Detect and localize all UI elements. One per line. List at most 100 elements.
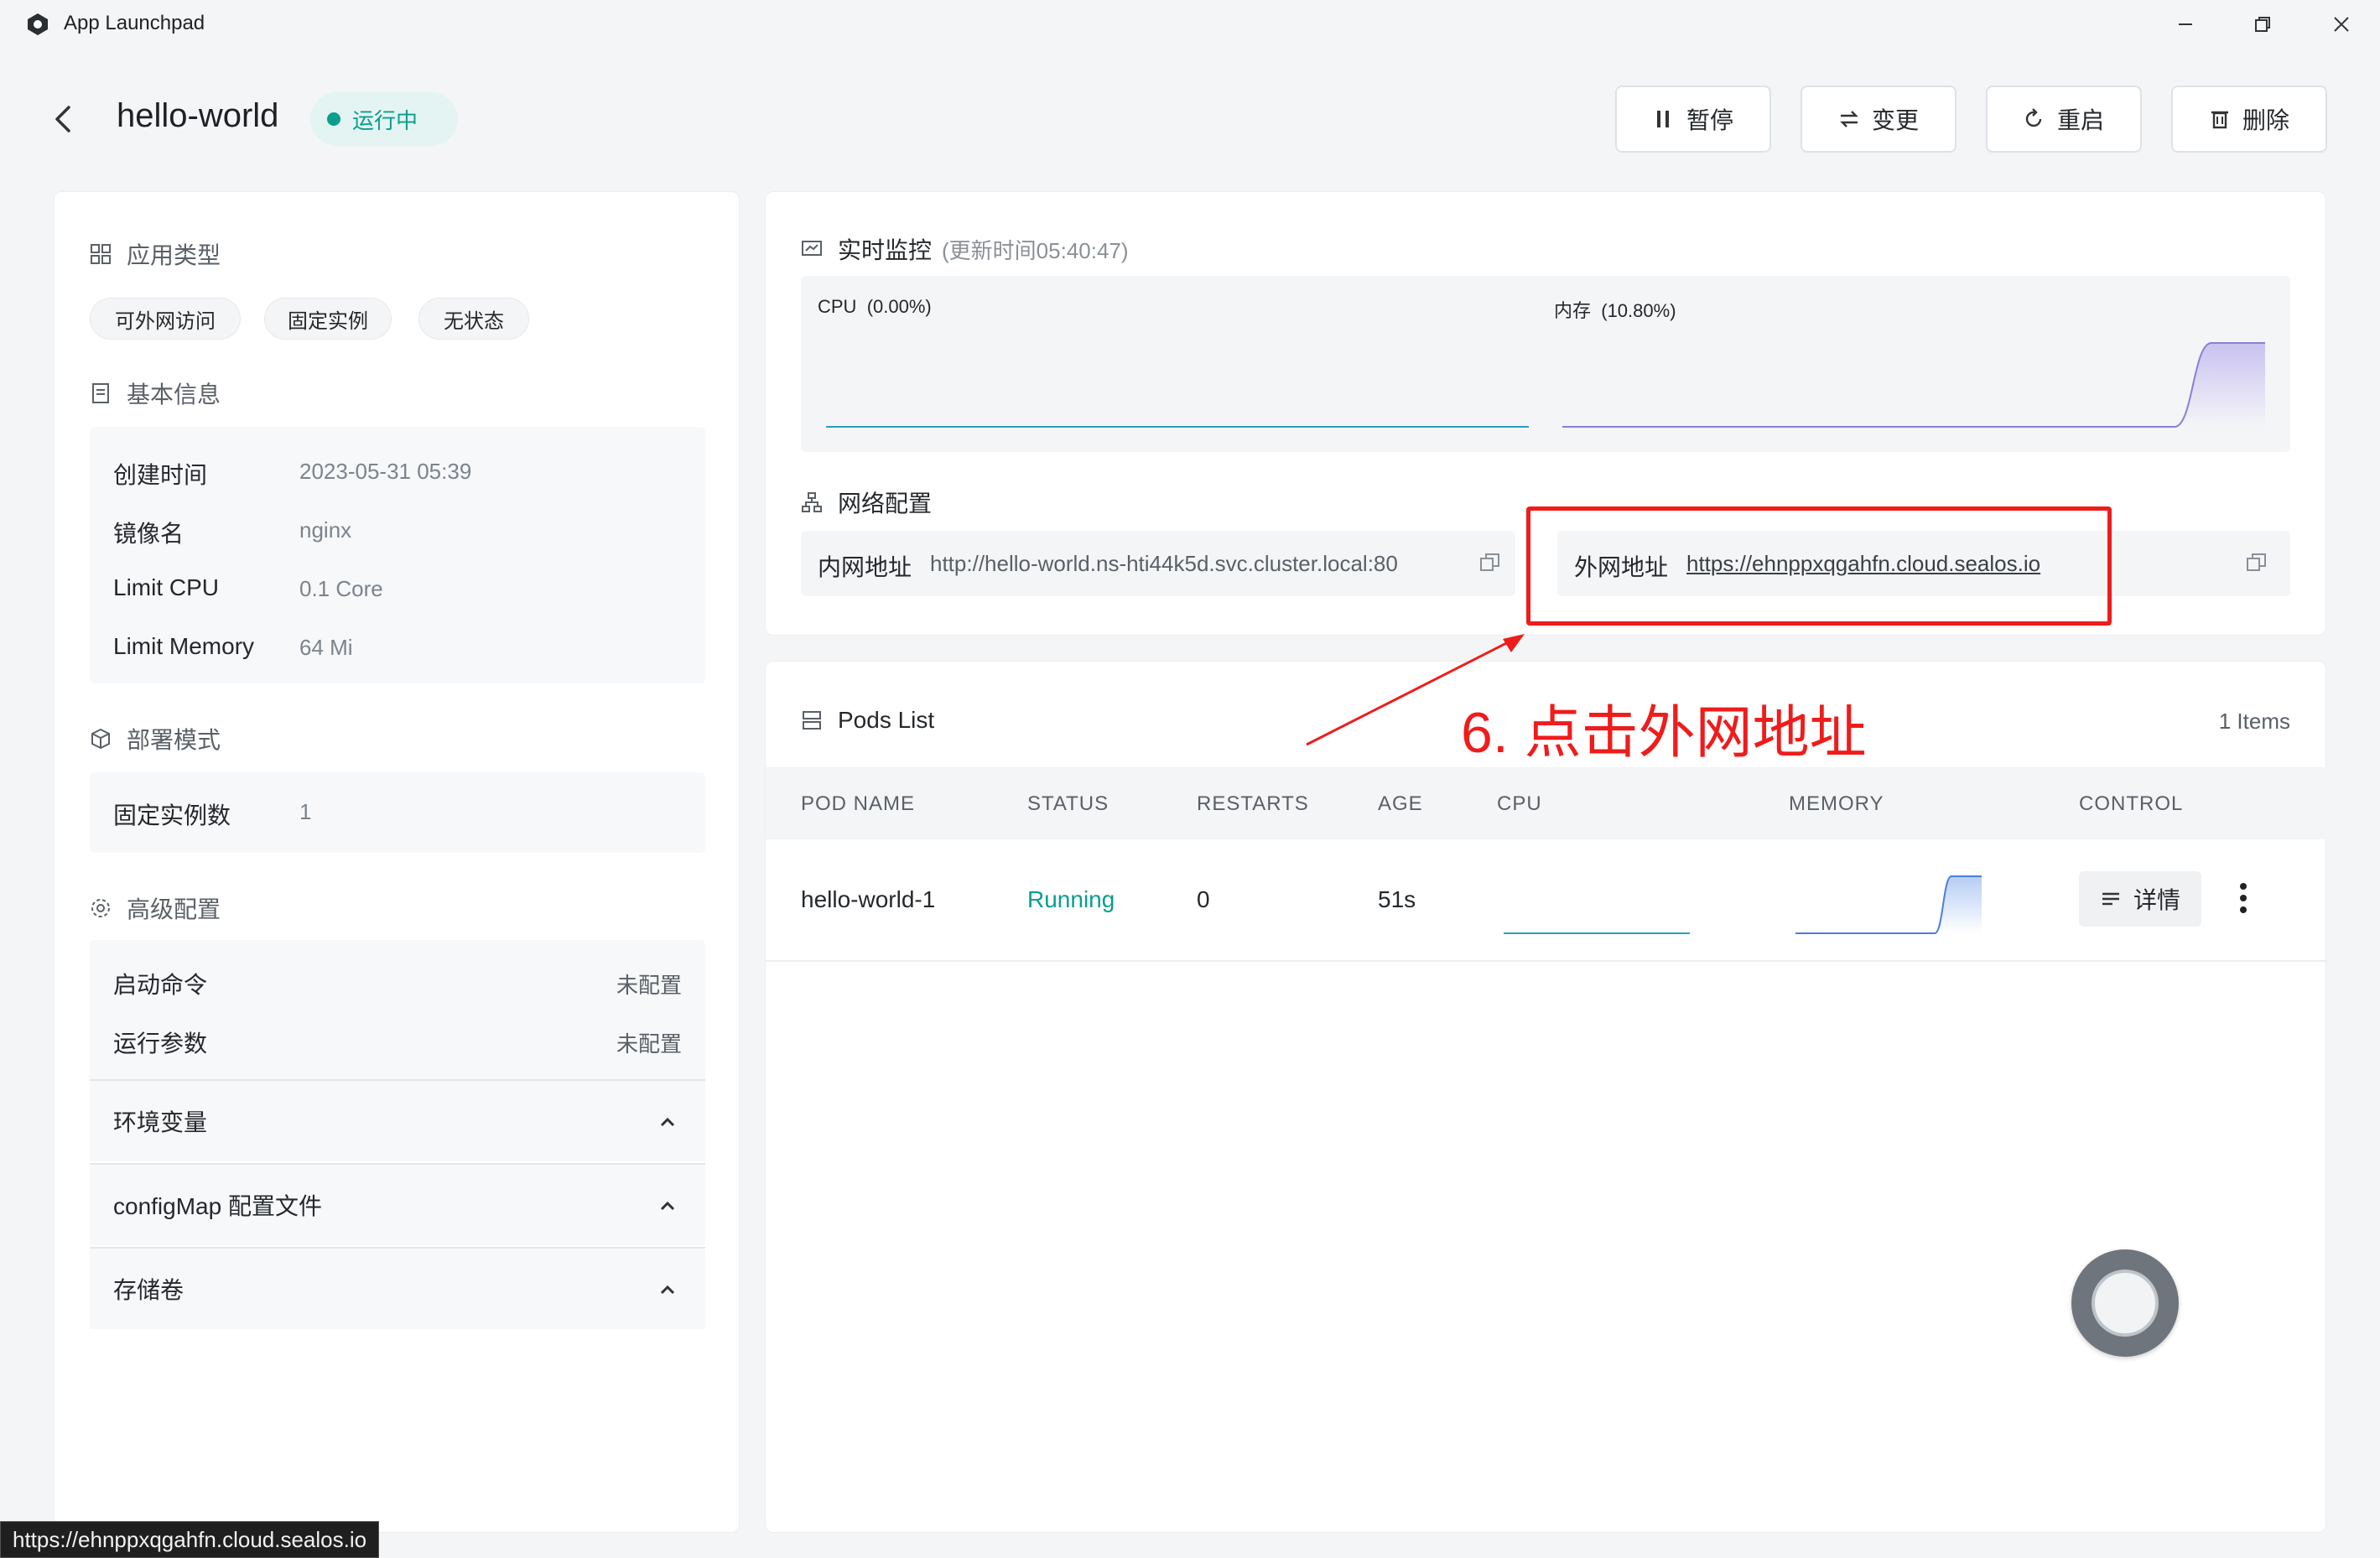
pods-table-header: POD NAME STATUS RESTARTS AGE CPU MEMORY … (766, 767, 2327, 839)
app-type-label: 应用类型 (127, 242, 221, 268)
delete-label: 删除 (2242, 107, 2289, 133)
pods-panel: Pods List 1 Items POD NAME STATUS RESTAR… (765, 661, 2327, 1533)
back-arrow-icon[interactable] (50, 104, 75, 134)
storage-collapsible[interactable]: 存储卷 (90, 1247, 705, 1329)
monitor-icon (802, 241, 822, 256)
status-text: 运行中 (352, 107, 418, 133)
mem-value: (10.80%) (1601, 300, 1676, 321)
pods-list-label: Pods List (838, 707, 935, 733)
run-args-label: 运行参数 (113, 1031, 208, 1057)
document-icon (92, 383, 109, 403)
annotation-highlight-box (1526, 506, 2112, 626)
created-time-label: 创建时间 (113, 462, 208, 488)
network-config-title: 网络配置 (801, 486, 932, 519)
restart-icon (2025, 108, 2042, 127)
pods-list-title: Pods List (801, 707, 934, 734)
pod-age: 51s (1378, 886, 1416, 912)
storage-label: 存储卷 (113, 1277, 184, 1303)
usage-charts: CPU (0.00%) 内存 (10.80%) (801, 276, 2290, 452)
chevron-up-icon (660, 1285, 675, 1295)
copy-icon[interactable] (2245, 551, 2268, 574)
cube-icon (91, 728, 110, 750)
grid-icon (91, 244, 111, 264)
tag-public-access: 可外网访问 (90, 298, 241, 340)
limit-cpu-value: 0.1 Core (299, 576, 383, 601)
basic-info-title: 基本信息 (90, 377, 221, 410)
pod-restarts: 0 (1197, 886, 1210, 912)
configmap-collapsible[interactable]: configMap 配置文件 (90, 1163, 705, 1245)
copy-icon[interactable] (1478, 551, 1502, 574)
col-pod-name: POD NAME (801, 792, 916, 815)
minimize-button[interactable] (2147, 0, 2224, 49)
pod-detail-button[interactable]: 详情 (2079, 871, 2201, 927)
col-cpu: CPU (1497, 792, 1542, 815)
basic-info-label: 基本信息 (127, 382, 221, 408)
advanced-config-title: 高级配置 (90, 891, 221, 925)
annotation-text: 6. 点击外网地址 (1461, 701, 1867, 765)
monitor-label: 实时监控 (838, 237, 933, 263)
mem-chart-label: 内存 (10.80%) (1554, 296, 1676, 323)
close-icon (2334, 17, 2349, 32)
pod-memory-sparkline (1795, 875, 1982, 934)
restart-label: 重启 (2056, 107, 2104, 133)
pods-count: 1 Items (2218, 709, 2290, 734)
col-control: CONTROL (2079, 792, 2184, 815)
detail-label: 详情 (2133, 887, 2180, 913)
memory-sparkline (1562, 342, 2265, 428)
limit-cpu-label: Limit CPU (113, 574, 220, 600)
chevron-up-icon (660, 1117, 675, 1127)
limit-memory-value: 64 Mi (299, 635, 353, 660)
delete-button[interactable]: 删除 (2171, 86, 2327, 153)
mem-label: 内存 (1554, 300, 1592, 321)
app-info-panel: 应用类型 可外网访问 固定实例 无状态 基本信息 创建时间 2023-05-31… (54, 191, 740, 1533)
app-launchpad-icon (28, 13, 48, 35)
cpu-value: (0.00%) (866, 296, 932, 317)
status-badge: 运行中 (310, 92, 458, 146)
minimize-icon (2179, 23, 2192, 25)
app-type-title: 应用类型 (90, 237, 221, 271)
app-name: hello-world (117, 97, 279, 134)
col-restarts: RESTARTS (1197, 792, 1309, 815)
server-icon (803, 711, 821, 730)
pod-cpu-sparkline (1504, 932, 1690, 934)
window-titlebar: App Launchpad (0, 0, 2380, 49)
advanced-config-label: 高级配置 (127, 896, 221, 922)
link-hover-status: https://ehnppxqgahfn.cloud.sealos.io (0, 1521, 380, 1558)
start-command-value: 未配置 (616, 973, 682, 998)
instance-count-value: 1 (299, 799, 312, 824)
internal-address-box: 内网地址 http://hello-world.ns-hti44k5d.svc.… (801, 531, 1515, 596)
cpu-chart-label: CPU (0.00%) (818, 296, 932, 318)
gear-icon (91, 899, 110, 917)
monitor-updated-time: (更新时间05:40:47) (942, 237, 1129, 263)
deploy-mode-label: 部署模式 (127, 727, 221, 753)
list-icon (2102, 892, 2119, 906)
restore-icon (2255, 17, 2270, 32)
configmap-label: configMap 配置文件 (113, 1193, 322, 1219)
chevron-up-icon (660, 1201, 675, 1211)
internal-address-label: 内网地址 (818, 554, 912, 580)
floating-assist-button[interactable] (2071, 1249, 2179, 1357)
image-name-label: 镜像名 (113, 521, 184, 547)
pause-button[interactable]: 暂停 (1615, 86, 1771, 153)
restore-button[interactable] (2224, 0, 2301, 49)
assist-circle-icon (2092, 1270, 2159, 1337)
close-window-button[interactable] (2303, 0, 2380, 49)
table-row: hello-world-1 Running 0 51s 详情 (766, 839, 2327, 962)
env-vars-collapsible[interactable]: 环境变量 (90, 1079, 705, 1161)
network-label: 网络配置 (838, 491, 933, 517)
col-status: STATUS (1027, 792, 1109, 815)
restart-button[interactable]: 重启 (1986, 86, 2142, 153)
more-vertical-icon[interactable] (2235, 881, 2252, 915)
trash-icon (2211, 111, 2228, 129)
change-button[interactable]: 变更 (1801, 86, 1956, 153)
created-time-value: 2023-05-31 05:39 (299, 459, 472, 484)
start-command-label: 启动命令 (113, 972, 208, 998)
internal-address-value: http://hello-world.ns-hti44k5d.svc.clust… (930, 551, 1398, 576)
env-vars-label: 环境变量 (113, 1109, 208, 1135)
tag-stateless: 无状态 (418, 298, 529, 340)
window-title: App Launchpad (64, 12, 205, 34)
pause-icon (1656, 111, 1669, 127)
col-memory: MEMORY (1789, 792, 1884, 815)
advanced-config-box: 启动命令 未配置 运行参数 未配置 (90, 940, 705, 1091)
network-icon (802, 492, 822, 512)
